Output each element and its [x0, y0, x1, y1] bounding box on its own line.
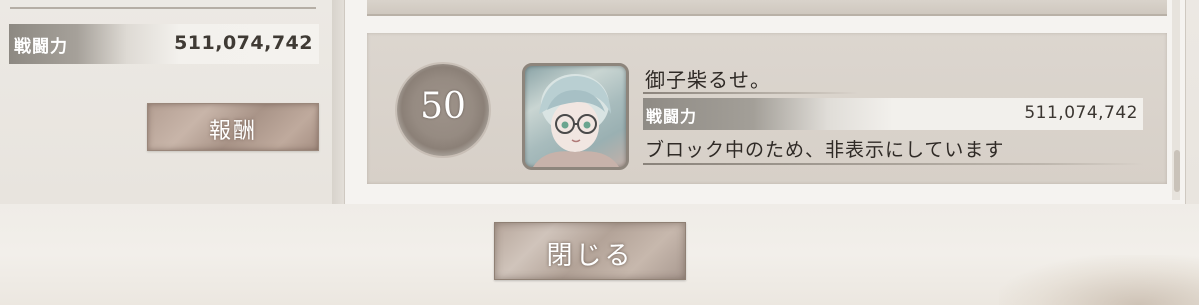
blocked-status-text: ブロック中のため、非表示にしています	[645, 139, 1005, 161]
power-label: 戦闘力	[14, 37, 68, 57]
reward-button-label: 報酬	[208, 119, 257, 144]
status-underline	[643, 163, 1143, 165]
ranking-entry-previous[interactable]	[367, 0, 1167, 16]
close-button[interactable]: 閉じる	[494, 222, 686, 280]
footer-decoration	[999, 255, 1199, 305]
player-avatar[interactable]	[522, 63, 629, 170]
reward-button[interactable]: 報酬	[147, 103, 319, 151]
rank-number: 50	[420, 86, 466, 127]
panel-divider	[332, 0, 344, 204]
entry-power-bar: 戦闘力 511,074,742	[643, 98, 1143, 130]
close-button-label: 閉じる	[546, 241, 634, 271]
divider-line	[10, 7, 316, 9]
power-value: 511,074,742	[174, 32, 313, 54]
scrollbar-thumb[interactable]	[1174, 150, 1180, 192]
entry-power-value: 511,074,742	[1024, 103, 1138, 123]
character-portrait-icon	[533, 74, 619, 167]
rank-badge: 50	[397, 64, 489, 156]
left-panel: 戦闘力 511,074,742 報酬	[0, 0, 332, 205]
player-name: 御子柴るせ。	[645, 68, 771, 92]
my-power-bar: 戦闘力 511,074,742	[9, 24, 319, 64]
entry-power-label: 戦闘力	[646, 107, 698, 126]
name-underline	[643, 92, 858, 94]
